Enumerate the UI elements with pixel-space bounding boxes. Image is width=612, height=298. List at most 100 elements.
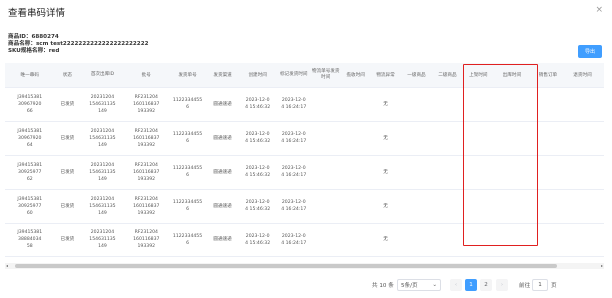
cell-ship-no: 1122334455 6	[167, 223, 208, 257]
goto-suffix: 页	[551, 283, 557, 289]
prev-page-button[interactable]: ‹	[450, 279, 462, 291]
cell-status: 已发货	[54, 87, 81, 122]
table-row[interactable]: J39415381 30925977 60 已发货 20231204 154631135 1…	[5, 189, 604, 224]
cell-l1	[401, 189, 432, 224]
cell-line: 20231204	[90, 196, 115, 202]
cell-code: J39415381 38884034 58	[5, 223, 55, 257]
cell-ship-no: 1122334455 6	[167, 189, 208, 224]
cell-line: 2023-12-0	[281, 166, 306, 171]
cell-out-time	[493, 223, 530, 257]
horizontal-scrollbar[interactable]: ◂ ▸	[5, 263, 604, 269]
cell-batch: RF231204 160116837 193392	[124, 87, 168, 122]
cell-order-no: 20231204 154631135 149	[80, 189, 125, 224]
cell-line: J39415381	[17, 128, 43, 134]
cell-line: 160116837	[133, 101, 160, 107]
cell-line: 20231204	[90, 162, 115, 168]
scroll-thumb[interactable]	[15, 264, 557, 268]
cell-receive-time	[341, 87, 371, 122]
table-row[interactable]: J39415381 30967920 66 已发货 20231204 154631135 1…	[5, 87, 604, 122]
cell-line: 2023-12-0	[245, 132, 270, 137]
cell-ret-co	[599, 121, 604, 156]
cell-line: 2023-12-0	[281, 132, 306, 137]
sku-name: SKU规格名称：red	[8, 48, 60, 54]
cell-line: 4 16:24:17	[281, 105, 307, 110]
cell-ret-time	[566, 223, 599, 257]
serial-table[interactable]: 唯一串码 状态 首次出库ID 批号 发货单号 发货渠道 创建时间 标记发货时间 物流单号发货时间…	[5, 63, 604, 263]
total-count: 共 10 条	[372, 283, 394, 289]
cell-line: 4 16:24:17	[281, 173, 307, 178]
cell-line: 160116837	[133, 237, 160, 242]
cell-logistics-time	[310, 189, 342, 224]
cell-logistics-time	[310, 121, 342, 156]
cell-abnormal: 无	[370, 223, 401, 257]
goto-page-input[interactable]: 1	[532, 279, 548, 291]
cell-order-no: 20231204 154631135 149	[80, 121, 125, 156]
cell-line: 2023-12-0	[281, 200, 306, 205]
cell-code: J39415381 30925977 62	[5, 155, 55, 190]
cell-code: J39415381 30967920 64	[5, 121, 55, 156]
cell-line: 193392	[137, 244, 156, 249]
cell-line: 60	[26, 210, 33, 216]
column-header-sale-order: 销售订单	[529, 63, 566, 88]
cell-line: 193392	[137, 108, 156, 114]
cell-out-time	[493, 189, 530, 224]
cell-code: J39415381 30967920 66	[5, 87, 55, 122]
table-row[interactable]: J39415381 38884034 58 已发货 20231204 154631135 1…	[5, 223, 604, 257]
dialog-title: 查看串码详情	[8, 8, 66, 19]
cell-l2	[431, 121, 463, 156]
cell-line: 160116837	[133, 203, 160, 209]
cell-sale-order	[529, 87, 566, 122]
cell-on-time	[462, 189, 494, 224]
cell-mark-time: 2023-12-0 4 16:24:17	[277, 223, 311, 257]
column-header-l2: 二级商品	[431, 63, 463, 88]
cell-code: J39415381 30925977 60	[5, 189, 55, 224]
cell-line: RF231204	[134, 196, 158, 202]
cell-order-no: 20231204 154631135 149	[80, 223, 125, 257]
next-page-button[interactable]: ›	[496, 279, 508, 291]
cell-batch: RF231204 160116837 193392	[124, 189, 168, 224]
close-icon[interactable]: ×	[595, 5, 603, 15]
scroll-right-icon[interactable]: ▸	[601, 263, 603, 269]
column-header-mark-time: 标记发货时间	[277, 63, 311, 88]
product-name: 商品名称：scm test2222222222222222222222	[8, 41, 149, 47]
cell-mark-time: 2023-12-0 4 16:24:17	[277, 87, 311, 122]
table-row[interactable]: J39415381 30925977 62 已发货 20231204 154631135 1…	[5, 155, 604, 190]
cell-create-time: 2023-12-0 4 15:46:32	[238, 87, 278, 122]
cell-on-time	[462, 223, 494, 257]
page-size-select[interactable]: 5条/页 ⌄	[397, 279, 441, 291]
cell-line: J39415381	[17, 196, 43, 202]
cell-line: 4 15:46:32	[245, 240, 271, 246]
cell-out-time	[493, 121, 530, 156]
cell-line: 2023-12-0	[245, 200, 270, 205]
cell-line: 1122334455	[172, 233, 203, 239]
cell-channel: 圆通速递	[207, 189, 239, 224]
cell-line: 4 16:24:17	[281, 240, 307, 246]
cell-channel: 圆通速递	[207, 87, 239, 122]
cell-line: 6	[186, 139, 189, 144]
cell-receive-time	[341, 223, 371, 257]
cell-batch: RF231204 160116837 193392	[124, 155, 168, 190]
cell-line: 193392	[137, 142, 156, 148]
cell-line: 58	[26, 244, 33, 249]
cell-line: 154631135	[89, 203, 116, 209]
page-1-button[interactable]: 1	[465, 279, 477, 291]
cell-sale-order	[529, 189, 566, 224]
export-button[interactable]: 导出	[578, 45, 602, 58]
table-row[interactable]: J39415381 30967920 64 已发货 20231204 154631135 1…	[5, 121, 604, 156]
cell-create-time: 2023-12-0 4 15:46:32	[238, 189, 278, 224]
cell-line: 20231204	[90, 94, 115, 100]
scroll-left-icon[interactable]: ◂	[6, 263, 8, 269]
page-2-button[interactable]: 2	[480, 279, 492, 291]
cell-l1	[401, 87, 432, 122]
cell-line: 66	[26, 108, 33, 114]
cell-line: RF231204	[134, 128, 158, 134]
cell-create-time: 2023-12-0 4 15:46:32	[238, 223, 278, 257]
cell-order-no: 20231204 154631135 149	[80, 155, 125, 190]
cell-mark-time: 2023-12-0 4 16:24:17	[277, 189, 311, 224]
cell-receive-time	[341, 189, 371, 224]
cell-line: 4 16:24:17	[281, 207, 307, 212]
column-header-channel: 发货渠道	[207, 63, 239, 88]
cell-line: 2023-12-0	[281, 98, 306, 103]
cell-line: 20231204	[90, 128, 115, 134]
cell-ret-time	[566, 87, 599, 122]
